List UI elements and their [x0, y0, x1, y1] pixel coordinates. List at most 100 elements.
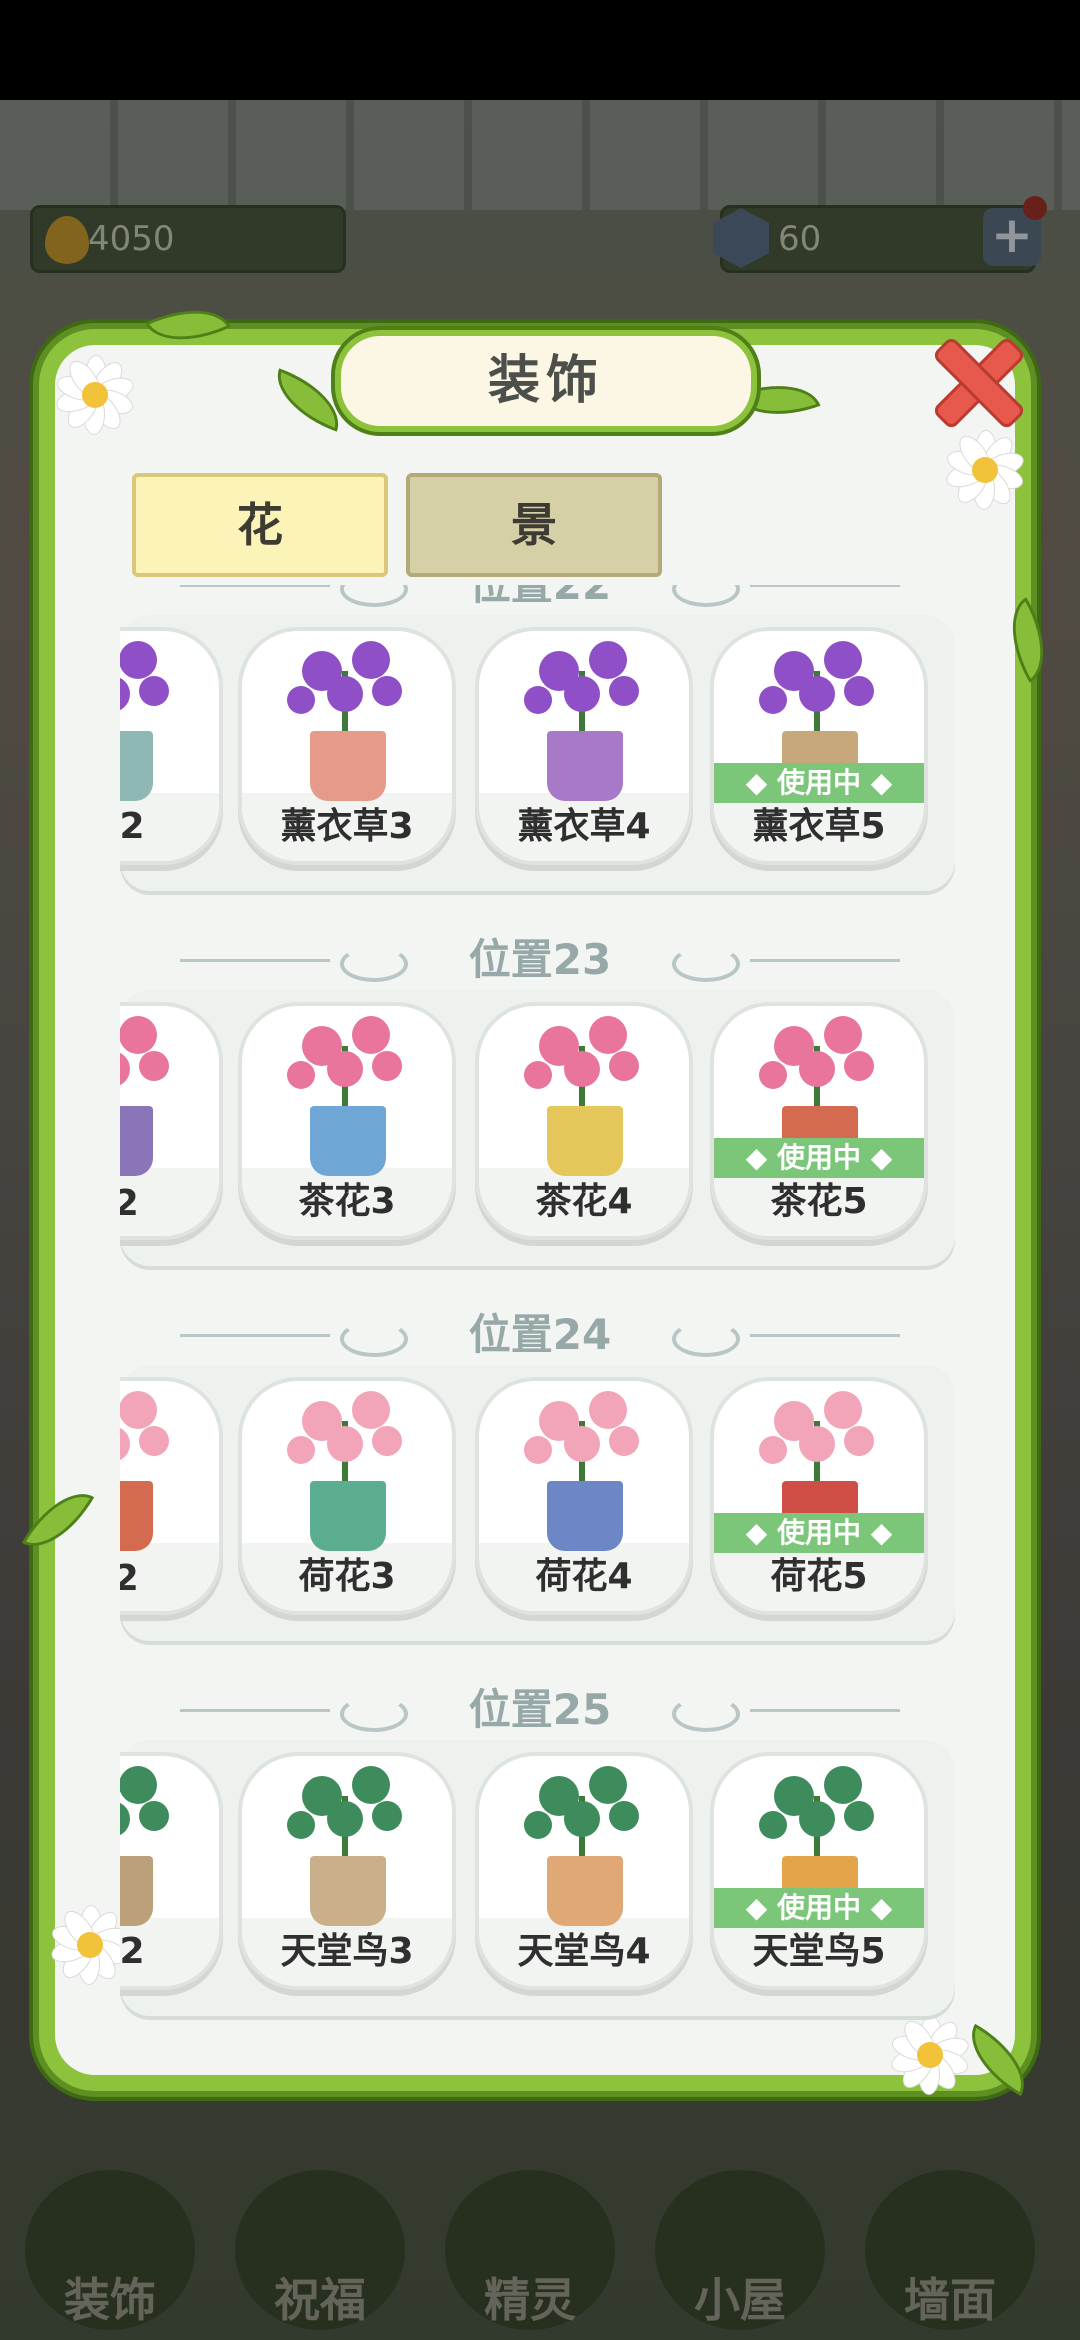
flower-bloom	[287, 1061, 315, 1089]
flower-bloom	[609, 1801, 639, 1831]
plant-name: E2	[120, 1558, 219, 1599]
tab-scenery[interactable]: 景	[406, 473, 662, 577]
plant-card[interactable]: 茶花3	[238, 1002, 456, 1240]
plant-name: 荷花5	[770, 1556, 868, 1597]
flower-bloom	[589, 641, 627, 679]
plant-card[interactable]: 荷花4	[475, 1377, 693, 1615]
plant-card[interactable]: E2	[120, 1377, 223, 1615]
flower-pot	[310, 1106, 386, 1176]
item-row: 鸟2 天堂鸟3 天堂鸟4 ◆ 使用中 ◆天堂鸟5	[120, 1740, 955, 2020]
item-row: E2 茶花3 茶花4 ◆ 使用中 ◆茶花5	[120, 990, 955, 1270]
daisy-decoration	[943, 430, 1027, 510]
plant-name: 天堂鸟5	[752, 1931, 886, 1972]
flower-bloom	[799, 1801, 835, 1837]
flower-bloom	[564, 1801, 600, 1837]
flower-pot	[547, 731, 623, 801]
plant-card[interactable]: 草2	[120, 627, 223, 865]
plant-card[interactable]: ◆ 使用中 ◆ 薰衣草5	[710, 627, 928, 865]
flower-bloom	[139, 1426, 169, 1456]
plant-card[interactable]: 天堂鸟4	[475, 1752, 693, 1990]
plant-name: 薰衣草3	[280, 806, 414, 847]
plant-name: 茶花4	[535, 1181, 633, 1222]
flower-bloom	[564, 676, 600, 712]
swirl-icon	[340, 1696, 408, 1732]
flower-bloom	[844, 1426, 874, 1456]
dialog-title: 装饰	[335, 330, 757, 432]
flower-bloom	[759, 1061, 787, 1089]
flower-bloom	[139, 1801, 169, 1831]
flower-bloom	[524, 1811, 552, 1839]
flower-bloom	[120, 1016, 157, 1054]
daisy-center	[972, 457, 998, 483]
plant-name: E2	[120, 1183, 219, 1224]
flower-pot	[120, 1481, 153, 1551]
flower-bloom	[589, 1766, 627, 1804]
section-label: 位置22	[469, 585, 611, 609]
swirl-icon	[340, 946, 408, 982]
flower-bloom	[120, 1391, 157, 1429]
flower-bloom	[287, 686, 315, 714]
plant-card[interactable]: 荷花3	[238, 1377, 456, 1615]
section-label: 位置23	[468, 935, 612, 984]
flower-bloom	[759, 686, 787, 714]
flower-bloom	[372, 1051, 402, 1081]
flower-pot	[120, 1106, 153, 1176]
flower-bloom	[609, 1426, 639, 1456]
flower-bloom	[327, 1426, 363, 1462]
section-title: 位置22	[120, 585, 960, 615]
flower-bloom	[120, 1766, 157, 1804]
flower-bloom	[120, 676, 130, 712]
plant-card[interactable]: ◆ 使用中 ◆ 天堂鸟5	[710, 1752, 928, 1990]
plant-card[interactable]: 薰衣草3	[238, 627, 456, 865]
flower-bloom	[139, 676, 169, 706]
flower-bloom	[759, 1436, 787, 1464]
swirl-icon	[340, 585, 408, 607]
plant-card[interactable]: E2	[120, 1002, 223, 1240]
flower-bloom	[824, 1766, 862, 1804]
flower-bloom	[352, 1766, 390, 1804]
flower-bloom	[327, 676, 363, 712]
plant-card[interactable]: 鸟2	[120, 1752, 223, 1990]
flower-bloom	[824, 1391, 862, 1429]
flower-bloom	[139, 1051, 169, 1081]
daisy-center	[917, 2042, 943, 2068]
flower-bloom	[799, 1426, 835, 1462]
flower-bloom	[524, 1436, 552, 1464]
plant-name: 天堂鸟3	[280, 1931, 414, 1972]
daisy-center	[82, 382, 108, 408]
flower-bloom	[327, 1801, 363, 1837]
daisy-center	[77, 1932, 103, 1958]
plant-name: 薰衣草5	[752, 806, 886, 847]
close-button[interactable]	[930, 335, 1027, 431]
plant-card[interactable]: 薰衣草4	[475, 627, 693, 865]
plant-card[interactable]: ◆ 使用中 ◆ 茶花5	[710, 1002, 928, 1240]
plant-card[interactable]: ◆ 使用中 ◆ 荷花5	[710, 1377, 928, 1615]
flower-bloom	[844, 1051, 874, 1081]
flower-bloom	[524, 1061, 552, 1089]
flower-pot	[547, 1106, 623, 1176]
flower-pot	[120, 1856, 153, 1926]
flower-bloom	[564, 1426, 600, 1462]
flower-bloom	[287, 1436, 315, 1464]
flower-bloom	[524, 686, 552, 714]
plant-name: 荷花4	[535, 1556, 633, 1597]
section-label: 位置25	[468, 1685, 612, 1734]
flower-bloom	[564, 1051, 600, 1087]
flower-pot	[310, 1856, 386, 1926]
flower-bloom	[844, 676, 874, 706]
plant-card[interactable]: 天堂鸟3	[238, 1752, 456, 1990]
decoration-list[interactable]: 位置22 草2 薰衣草3 薰衣草4 ◆ 使用中 ◆薰衣草5 位置23 E2 茶花3 茶花4 ◆ 使…	[120, 585, 960, 2045]
flower-bloom	[352, 1016, 390, 1054]
flower-bloom	[759, 1811, 787, 1839]
item-row: 草2 薰衣草3 薰衣草4 ◆ 使用中 ◆薰衣草5	[120, 615, 955, 895]
swirl-icon	[672, 946, 740, 982]
tab-flowers[interactable]: 花	[132, 473, 388, 577]
flower-pot	[120, 731, 153, 801]
swirl-icon	[672, 1696, 740, 1732]
flower-bloom	[589, 1391, 627, 1429]
plant-card[interactable]: 茶花4	[475, 1002, 693, 1240]
flower-pot	[310, 1481, 386, 1551]
plant-name: 荷花3	[298, 1556, 396, 1597]
section-title: 位置25	[120, 1680, 960, 1740]
section-label: 位置24	[468, 1310, 612, 1359]
